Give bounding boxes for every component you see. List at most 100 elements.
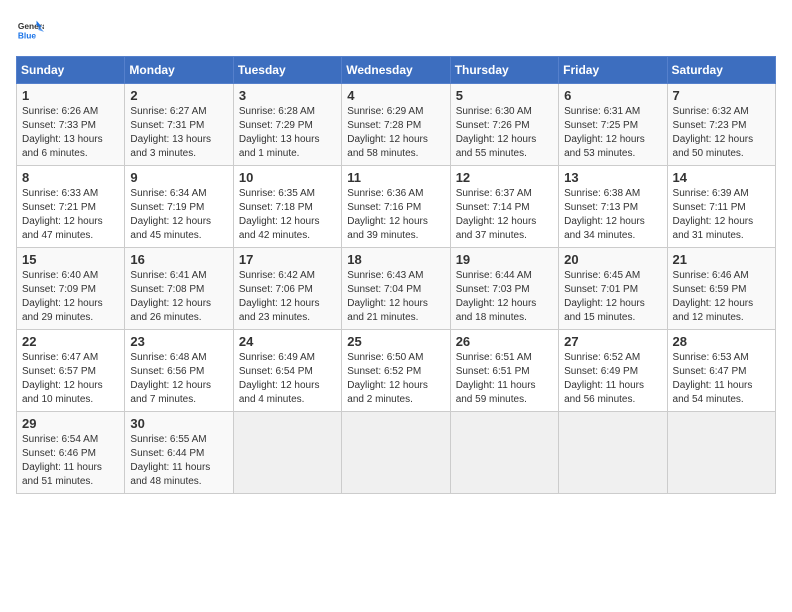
calendar-cell: 17 Sunrise: 6:42 AM Sunset: 7:06 PM Dayl… xyxy=(233,248,341,330)
day-info: Sunrise: 6:26 AM Sunset: 7:33 PM Dayligh… xyxy=(22,105,119,161)
day-info: Sunrise: 6:35 AM Sunset: 7:18 PM Dayligh… xyxy=(239,187,336,243)
day-info: Sunrise: 6:47 AM Sunset: 6:57 PM Dayligh… xyxy=(22,351,119,407)
weekday-header-wednesday: Wednesday xyxy=(342,57,450,84)
calendar-cell xyxy=(450,412,558,494)
calendar-week-row: 15 Sunrise: 6:40 AM Sunset: 7:09 PM Dayl… xyxy=(17,248,776,330)
calendar-cell: 4 Sunrise: 6:29 AM Sunset: 7:28 PM Dayli… xyxy=(342,84,450,166)
weekday-header-sunday: Sunday xyxy=(17,57,125,84)
weekday-header-monday: Monday xyxy=(125,57,233,84)
weekday-header-friday: Friday xyxy=(559,57,667,84)
day-info: Sunrise: 6:40 AM Sunset: 7:09 PM Dayligh… xyxy=(22,269,119,325)
day-number: 20 xyxy=(564,252,661,267)
calendar-cell: 25 Sunrise: 6:50 AM Sunset: 6:52 PM Dayl… xyxy=(342,330,450,412)
calendar-cell: 14 Sunrise: 6:39 AM Sunset: 7:11 PM Dayl… xyxy=(667,166,775,248)
day-info: Sunrise: 6:45 AM Sunset: 7:01 PM Dayligh… xyxy=(564,269,661,325)
day-number: 23 xyxy=(130,334,227,349)
day-number: 21 xyxy=(673,252,770,267)
calendar-cell xyxy=(233,412,341,494)
day-number: 2 xyxy=(130,88,227,103)
calendar-cell: 15 Sunrise: 6:40 AM Sunset: 7:09 PM Dayl… xyxy=(17,248,125,330)
day-info: Sunrise: 6:53 AM Sunset: 6:47 PM Dayligh… xyxy=(673,351,770,407)
calendar-cell: 19 Sunrise: 6:44 AM Sunset: 7:03 PM Dayl… xyxy=(450,248,558,330)
calendar-week-row: 8 Sunrise: 6:33 AM Sunset: 7:21 PM Dayli… xyxy=(17,166,776,248)
day-info: Sunrise: 6:54 AM Sunset: 6:46 PM Dayligh… xyxy=(22,433,119,489)
weekday-header-saturday: Saturday xyxy=(667,57,775,84)
calendar-cell: 21 Sunrise: 6:46 AM Sunset: 6:59 PM Dayl… xyxy=(667,248,775,330)
day-info: Sunrise: 6:30 AM Sunset: 7:26 PM Dayligh… xyxy=(456,105,553,161)
day-info: Sunrise: 6:41 AM Sunset: 7:08 PM Dayligh… xyxy=(130,269,227,325)
calendar-cell: 7 Sunrise: 6:32 AM Sunset: 7:23 PM Dayli… xyxy=(667,84,775,166)
calendar-cell: 24 Sunrise: 6:49 AM Sunset: 6:54 PM Dayl… xyxy=(233,330,341,412)
day-number: 24 xyxy=(239,334,336,349)
calendar-cell: 28 Sunrise: 6:53 AM Sunset: 6:47 PM Dayl… xyxy=(667,330,775,412)
day-info: Sunrise: 6:33 AM Sunset: 7:21 PM Dayligh… xyxy=(22,187,119,243)
calendar-cell: 12 Sunrise: 6:37 AM Sunset: 7:14 PM Dayl… xyxy=(450,166,558,248)
calendar-cell: 18 Sunrise: 6:43 AM Sunset: 7:04 PM Dayl… xyxy=(342,248,450,330)
day-number: 12 xyxy=(456,170,553,185)
calendar-cell: 23 Sunrise: 6:48 AM Sunset: 6:56 PM Dayl… xyxy=(125,330,233,412)
day-number: 4 xyxy=(347,88,444,103)
day-info: Sunrise: 6:44 AM Sunset: 7:03 PM Dayligh… xyxy=(456,269,553,325)
day-number: 14 xyxy=(673,170,770,185)
calendar-cell xyxy=(667,412,775,494)
day-number: 27 xyxy=(564,334,661,349)
calendar-cell: 8 Sunrise: 6:33 AM Sunset: 7:21 PM Dayli… xyxy=(17,166,125,248)
calendar-cell: 26 Sunrise: 6:51 AM Sunset: 6:51 PM Dayl… xyxy=(450,330,558,412)
day-number: 15 xyxy=(22,252,119,267)
calendar-cell: 5 Sunrise: 6:30 AM Sunset: 7:26 PM Dayli… xyxy=(450,84,558,166)
day-number: 5 xyxy=(456,88,553,103)
day-number: 19 xyxy=(456,252,553,267)
logo: General Blue xyxy=(16,16,48,44)
calendar-cell: 3 Sunrise: 6:28 AM Sunset: 7:29 PM Dayli… xyxy=(233,84,341,166)
day-info: Sunrise: 6:29 AM Sunset: 7:28 PM Dayligh… xyxy=(347,105,444,161)
day-info: Sunrise: 6:52 AM Sunset: 6:49 PM Dayligh… xyxy=(564,351,661,407)
day-number: 10 xyxy=(239,170,336,185)
weekday-header-row: SundayMondayTuesdayWednesdayThursdayFrid… xyxy=(17,57,776,84)
day-number: 6 xyxy=(564,88,661,103)
day-info: Sunrise: 6:50 AM Sunset: 6:52 PM Dayligh… xyxy=(347,351,444,407)
page-header: General Blue xyxy=(16,16,776,44)
calendar-week-row: 22 Sunrise: 6:47 AM Sunset: 6:57 PM Dayl… xyxy=(17,330,776,412)
calendar-cell: 11 Sunrise: 6:36 AM Sunset: 7:16 PM Dayl… xyxy=(342,166,450,248)
day-number: 1 xyxy=(22,88,119,103)
day-number: 17 xyxy=(239,252,336,267)
day-info: Sunrise: 6:46 AM Sunset: 6:59 PM Dayligh… xyxy=(673,269,770,325)
day-info: Sunrise: 6:28 AM Sunset: 7:29 PM Dayligh… xyxy=(239,105,336,161)
day-info: Sunrise: 6:36 AM Sunset: 7:16 PM Dayligh… xyxy=(347,187,444,243)
day-number: 3 xyxy=(239,88,336,103)
day-number: 26 xyxy=(456,334,553,349)
day-number: 8 xyxy=(22,170,119,185)
calendar-cell: 13 Sunrise: 6:38 AM Sunset: 7:13 PM Dayl… xyxy=(559,166,667,248)
calendar-cell: 10 Sunrise: 6:35 AM Sunset: 7:18 PM Dayl… xyxy=(233,166,341,248)
weekday-header-thursday: Thursday xyxy=(450,57,558,84)
day-number: 25 xyxy=(347,334,444,349)
day-number: 28 xyxy=(673,334,770,349)
day-number: 11 xyxy=(347,170,444,185)
day-number: 16 xyxy=(130,252,227,267)
day-info: Sunrise: 6:51 AM Sunset: 6:51 PM Dayligh… xyxy=(456,351,553,407)
calendar-cell: 22 Sunrise: 6:47 AM Sunset: 6:57 PM Dayl… xyxy=(17,330,125,412)
day-info: Sunrise: 6:31 AM Sunset: 7:25 PM Dayligh… xyxy=(564,105,661,161)
calendar-cell: 9 Sunrise: 6:34 AM Sunset: 7:19 PM Dayli… xyxy=(125,166,233,248)
day-number: 7 xyxy=(673,88,770,103)
calendar-week-row: 29 Sunrise: 6:54 AM Sunset: 6:46 PM Dayl… xyxy=(17,412,776,494)
svg-text:Blue: Blue xyxy=(18,30,36,40)
day-number: 13 xyxy=(564,170,661,185)
day-info: Sunrise: 6:55 AM Sunset: 6:44 PM Dayligh… xyxy=(130,433,227,489)
calendar-cell: 6 Sunrise: 6:31 AM Sunset: 7:25 PM Dayli… xyxy=(559,84,667,166)
day-number: 29 xyxy=(22,416,119,431)
day-info: Sunrise: 6:34 AM Sunset: 7:19 PM Dayligh… xyxy=(130,187,227,243)
weekday-header-tuesday: Tuesday xyxy=(233,57,341,84)
day-info: Sunrise: 6:48 AM Sunset: 6:56 PM Dayligh… xyxy=(130,351,227,407)
day-info: Sunrise: 6:42 AM Sunset: 7:06 PM Dayligh… xyxy=(239,269,336,325)
day-number: 9 xyxy=(130,170,227,185)
logo-icon: General Blue xyxy=(16,16,44,44)
calendar-cell: 29 Sunrise: 6:54 AM Sunset: 6:46 PM Dayl… xyxy=(17,412,125,494)
day-info: Sunrise: 6:27 AM Sunset: 7:31 PM Dayligh… xyxy=(130,105,227,161)
calendar-cell: 20 Sunrise: 6:45 AM Sunset: 7:01 PM Dayl… xyxy=(559,248,667,330)
day-info: Sunrise: 6:49 AM Sunset: 6:54 PM Dayligh… xyxy=(239,351,336,407)
day-info: Sunrise: 6:39 AM Sunset: 7:11 PM Dayligh… xyxy=(673,187,770,243)
calendar-cell: 27 Sunrise: 6:52 AM Sunset: 6:49 PM Dayl… xyxy=(559,330,667,412)
calendar-table: SundayMondayTuesdayWednesdayThursdayFrid… xyxy=(16,56,776,494)
day-number: 18 xyxy=(347,252,444,267)
